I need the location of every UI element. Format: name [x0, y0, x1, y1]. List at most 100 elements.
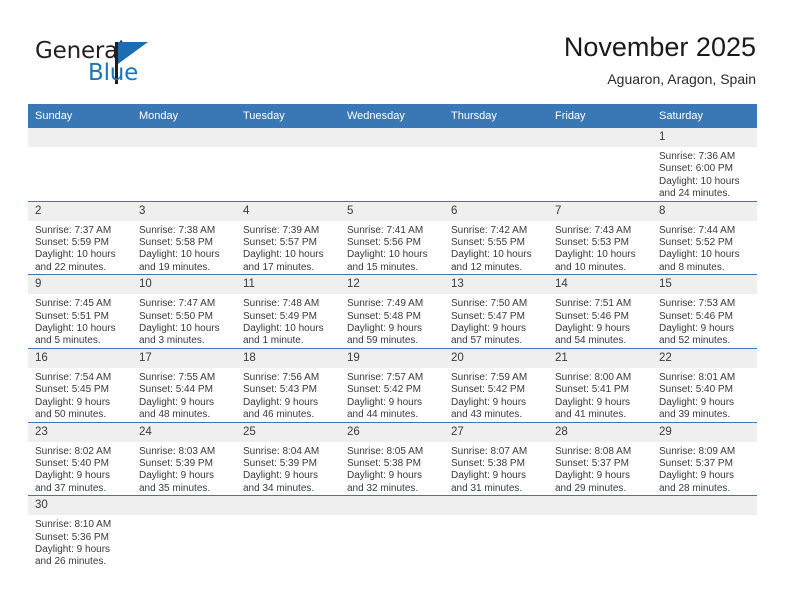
day-number — [548, 496, 652, 516]
daylight-duration-line2: and 28 minutes. — [659, 482, 731, 494]
daylight-duration-line1: Daylight: 10 hours — [451, 249, 532, 261]
daylight-duration-line2: and 3 minutes. — [139, 335, 205, 347]
day-details: Sunrise: 7:56 AM Sunset: 5:43 PM Daylight:… — [236, 368, 340, 422]
daylight-duration-line1: Daylight: 9 hours — [35, 396, 111, 408]
calendar-day-cell[interactable]: 18 Sunrise: 7:56 AM Sunset: 5:43 PM Dayligh… — [236, 347, 340, 422]
day-details: Sunrise: 8:08 AM Sunset: 5:37 PM Daylight:… — [548, 442, 652, 496]
sunset-time: Sunset: 5:37 PM — [659, 457, 733, 469]
sunrise-time: Sunrise: 7:37 AM — [35, 224, 112, 236]
day-number: 23 — [28, 422, 132, 442]
calendar-day-cell[interactable]: 11 Sunrise: 7:48 AM Sunset: 5:49 PM Dayligh… — [236, 274, 340, 349]
sunrise-time: Sunrise: 8:07 AM — [451, 445, 528, 457]
calendar-day-cell[interactable]: 23 Sunrise: 8:02 AM Sunset: 5:40 PM Dayligh… — [28, 421, 132, 496]
day-number: 17 — [132, 349, 236, 368]
daylight-duration-line1: Daylight: 9 hours — [555, 323, 631, 335]
day-number: 1 — [652, 128, 757, 147]
day-details: Sunrise: 8:03 AM Sunset: 5:39 PM Daylight:… — [132, 442, 236, 496]
sunset-time: Sunset: 5:57 PM — [243, 237, 317, 249]
day-details: Sunrise: 7:47 AM Sunset: 5:50 PM Daylight:… — [132, 294, 236, 348]
sunset-time: Sunset: 5:40 PM — [659, 384, 733, 396]
sunrise-time: Sunrise: 7:49 AM — [347, 298, 424, 310]
sunset-time: Sunset: 5:52 PM — [659, 237, 733, 249]
weekday-header-sunday: Sunday — [28, 104, 132, 128]
daylight-duration-line2: and 35 minutes. — [139, 482, 211, 494]
sunset-time: Sunset: 5:50 PM — [139, 310, 213, 322]
calendar-day-cell[interactable]: 22 Sunrise: 8:01 AM Sunset: 5:40 PM Dayligh… — [652, 347, 757, 422]
calendar-day-cell-empty — [236, 495, 340, 569]
day-details: Sunrise: 7:49 AM Sunset: 5:48 PM Daylight:… — [340, 294, 444, 348]
day-details: Sunrise: 7:53 AM Sunset: 5:46 PM Daylight:… — [652, 294, 757, 348]
calendar-day-cell[interactable]: 19 Sunrise: 7:57 AM Sunset: 5:42 PM Dayligh… — [340, 347, 444, 422]
daylight-duration-line2: and 59 minutes. — [347, 335, 419, 347]
sunrise-time: Sunrise: 8:05 AM — [347, 445, 424, 457]
day-details: Sunrise: 7:57 AM Sunset: 5:42 PM Daylight:… — [340, 368, 444, 422]
sunrise-time: Sunrise: 8:00 AM — [555, 371, 632, 383]
weekday-header-row: Sunday Monday Tuesday Wednesday Thursday… — [28, 104, 757, 128]
sunset-time: Sunset: 5:58 PM — [139, 237, 213, 249]
day-details: Sunrise: 8:02 AM Sunset: 5:40 PM Daylight:… — [28, 442, 132, 496]
calendar-day-cell[interactable]: 30 Sunrise: 8:10 AM Sunset: 5:36 PM Dayligh… — [28, 495, 132, 569]
calendar-day-cell[interactable]: 2 Sunrise: 7:37 AM Sunset: 5:59 PM Daylight… — [28, 200, 132, 275]
sunset-time: Sunset: 5:46 PM — [555, 310, 629, 322]
calendar-day-cell[interactable]: 26 Sunrise: 8:05 AM Sunset: 5:38 PM Dayligh… — [340, 421, 444, 496]
calendar-week-row: 23 Sunrise: 8:02 AM Sunset: 5:40 PM Dayligh… — [28, 421, 757, 496]
weekday-header-tuesday: Tuesday — [236, 104, 340, 128]
day-number: 28 — [548, 422, 652, 442]
calendar-day-cell[interactable]: 3 Sunrise: 7:38 AM Sunset: 5:58 PM Daylight… — [132, 200, 236, 275]
calendar-day-cell[interactable]: 10 Sunrise: 7:47 AM Sunset: 5:50 PM Dayligh… — [132, 274, 236, 349]
title-block: November 2025 Aguaron, Aragon, Spain — [564, 30, 756, 89]
calendar-day-cell[interactable]: 6 Sunrise: 7:42 AM Sunset: 5:55 PM Daylight… — [444, 200, 548, 275]
calendar-week-row: 2 Sunrise: 7:37 AM Sunset: 5:59 PM Daylight… — [28, 200, 757, 275]
calendar-day-cell[interactable]: 5 Sunrise: 7:41 AM Sunset: 5:56 PM Daylight… — [340, 200, 444, 275]
calendar-day-cell[interactable]: 12 Sunrise: 7:49 AM Sunset: 5:48 PM Dayligh… — [340, 274, 444, 349]
sunset-time: Sunset: 5:49 PM — [243, 310, 317, 322]
calendar-day-cell[interactable]: 13 Sunrise: 7:50 AM Sunset: 5:47 PM Dayligh… — [444, 274, 548, 349]
day-details: Sunrise: 7:55 AM Sunset: 5:44 PM Daylight:… — [132, 368, 236, 422]
day-details: Sunrise: 8:00 AM Sunset: 5:41 PM Daylight:… — [548, 368, 652, 422]
calendar-day-cell[interactable]: 9 Sunrise: 7:45 AM Sunset: 5:51 PM Daylight… — [28, 274, 132, 349]
calendar-day-cell[interactable]: 14 Sunrise: 7:51 AM Sunset: 5:46 PM Dayligh… — [548, 274, 652, 349]
daylight-duration-line2: and 1 minute. — [243, 335, 304, 347]
calendar-day-cell[interactable]: 27 Sunrise: 8:07 AM Sunset: 5:38 PM Dayligh… — [444, 421, 548, 496]
day-details: Sunrise: 7:45 AM Sunset: 5:51 PM Daylight:… — [28, 294, 132, 348]
daylight-duration-line2: and 15 minutes. — [347, 261, 419, 273]
calendar-day-cell[interactable]: 20 Sunrise: 7:59 AM Sunset: 5:42 PM Dayligh… — [444, 347, 548, 422]
day-number — [444, 496, 548, 516]
calendar-day-cell-empty — [28, 128, 132, 201]
day-number: 20 — [444, 349, 548, 368]
calendar-day-cell[interactable]: 8 Sunrise: 7:44 AM Sunset: 5:52 PM Daylight… — [652, 200, 757, 275]
calendar-day-cell[interactable]: 15 Sunrise: 7:53 AM Sunset: 5:46 PM Dayligh… — [652, 274, 757, 349]
sunrise-time: Sunrise: 7:36 AM — [659, 151, 736, 162]
calendar-day-cell[interactable]: 25 Sunrise: 8:04 AM Sunset: 5:39 PM Dayligh… — [236, 421, 340, 496]
daylight-duration-line1: Daylight: 10 hours — [555, 249, 636, 261]
calendar-day-cell[interactable]: 1 Sunrise: 7:36 AM Sunset: 6:00 PM Daylight… — [652, 128, 757, 201]
calendar-body: 1 Sunrise: 7:36 AM Sunset: 6:00 PM Daylight… — [28, 128, 757, 569]
general-blue-logo[interactable]: General Blue — [35, 38, 215, 90]
page-title: November 2025 — [563, 32, 756, 62]
calendar-day-cell[interactable]: 16 Sunrise: 7:54 AM Sunset: 5:45 PM Dayligh… — [28, 347, 132, 422]
day-number — [548, 128, 652, 147]
daylight-duration-line2: and 19 minutes. — [139, 261, 211, 273]
weekday-header-wednesday: Wednesday — [340, 104, 444, 128]
daylight-duration-line2: and 17 minutes. — [243, 261, 315, 273]
daylight-duration-line1: Daylight: 9 hours — [451, 396, 527, 408]
calendar-day-cell-empty — [236, 128, 340, 201]
calendar-day-cell[interactable]: 29 Sunrise: 8:09 AM Sunset: 5:37 PM Dayligh… — [652, 421, 757, 496]
day-number: 26 — [340, 422, 444, 442]
calendar-day-cell[interactable]: 4 Sunrise: 7:39 AM Sunset: 5:57 PM Daylight… — [236, 200, 340, 275]
sunset-time: Sunset: 5:44 PM — [139, 384, 213, 396]
daylight-duration-line1: Daylight: 9 hours — [659, 470, 735, 482]
day-number — [236, 496, 340, 516]
day-number: 6 — [444, 202, 548, 221]
day-details: Sunrise: 7:50 AM Sunset: 5:47 PM Daylight:… — [444, 294, 548, 348]
calendar-day-cell[interactable]: 17 Sunrise: 7:55 AM Sunset: 5:44 PM Dayligh… — [132, 347, 236, 422]
day-number: 25 — [236, 422, 340, 442]
sunrise-time: Sunrise: 7:48 AM — [243, 298, 320, 310]
day-details: Sunrise: 7:38 AM Sunset: 5:58 PM Daylight:… — [132, 221, 236, 275]
calendar-day-cell[interactable]: 7 Sunrise: 7:43 AM Sunset: 5:53 PM Daylight… — [548, 200, 652, 275]
sunset-time: Sunset: 5:39 PM — [243, 457, 317, 469]
calendar-day-cell[interactable]: 28 Sunrise: 8:08 AM Sunset: 5:37 PM Dayligh… — [548, 421, 652, 496]
calendar-day-cell[interactable]: 24 Sunrise: 8:03 AM Sunset: 5:39 PM Dayligh… — [132, 421, 236, 496]
calendar-day-cell[interactable]: 21 Sunrise: 8:00 AM Sunset: 5:41 PM Dayligh… — [548, 347, 652, 422]
day-details: Sunrise: 7:51 AM Sunset: 5:46 PM Daylight:… — [548, 294, 652, 348]
